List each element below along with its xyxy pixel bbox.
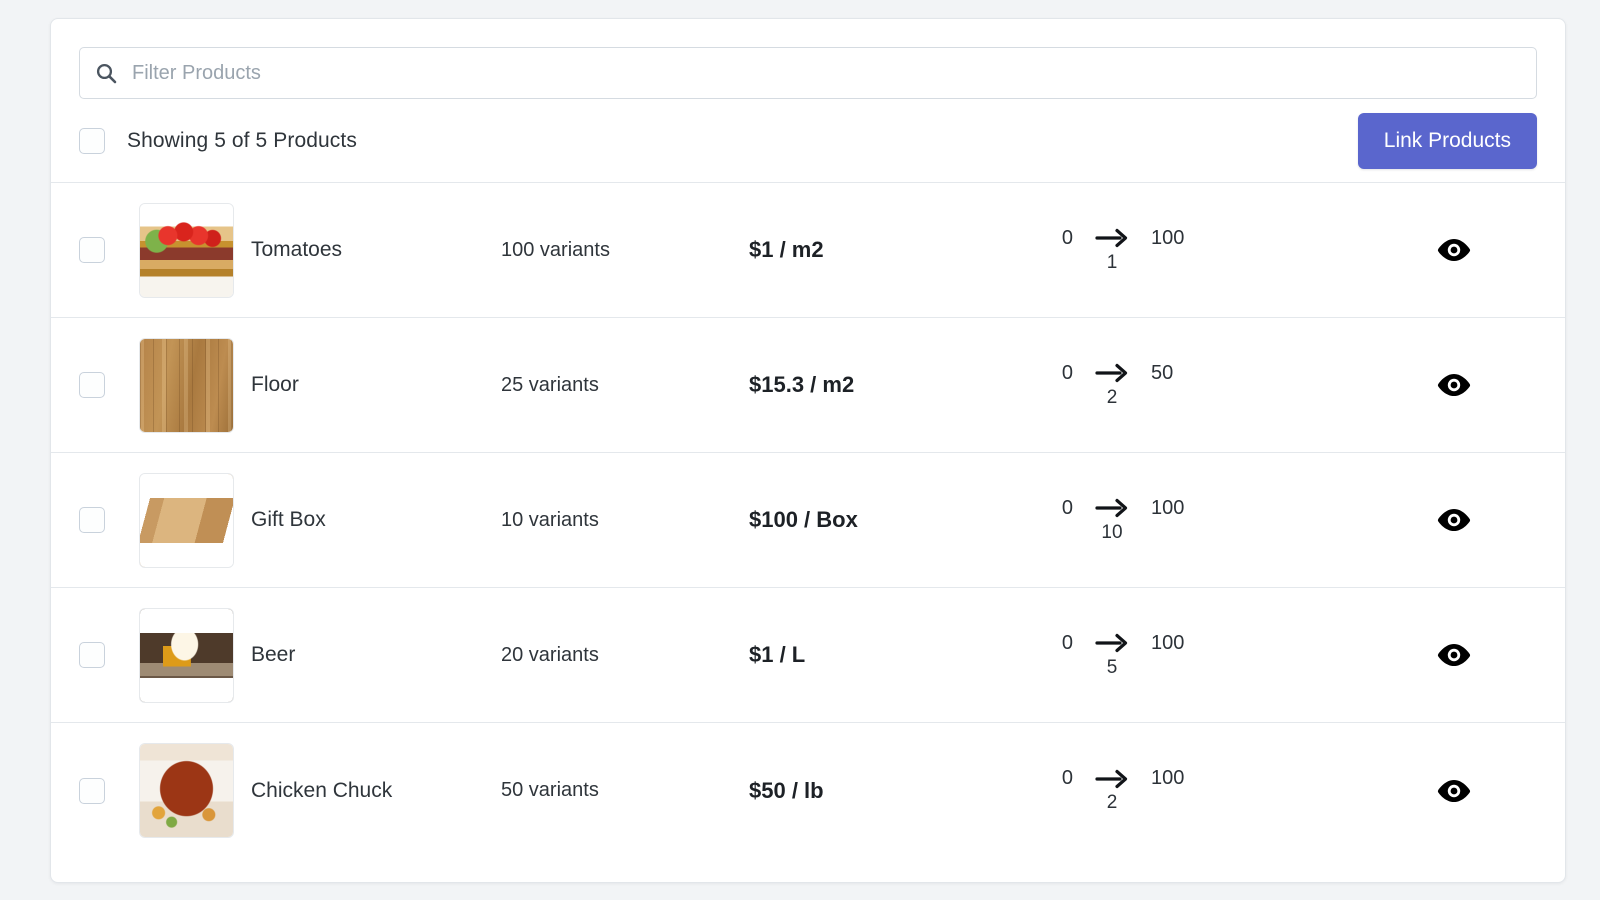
product-quantity-cell: 0 100 10 bbox=[1029, 497, 1359, 544]
arrow-right-icon bbox=[1095, 227, 1129, 249]
quantity-to: 100 bbox=[1151, 496, 1185, 519]
preview-cell bbox=[1359, 778, 1537, 804]
product-variants: 20 variants bbox=[501, 643, 599, 666]
products-panel: Showing 5 of 5 Products Link Products To… bbox=[50, 18, 1566, 883]
product-thumbnail bbox=[139, 337, 234, 433]
row-checkbox-cell bbox=[79, 237, 139, 263]
product-variants: 25 variants bbox=[501, 373, 599, 396]
arrow-right-icon bbox=[1095, 632, 1129, 654]
product-checkbox[interactable] bbox=[79, 237, 105, 263]
product-checkbox[interactable] bbox=[79, 507, 105, 533]
product-checkbox[interactable] bbox=[79, 372, 105, 398]
product-name: Beer bbox=[251, 643, 296, 666]
row-checkbox-cell bbox=[79, 507, 139, 533]
product-checkbox[interactable] bbox=[79, 642, 105, 668]
arrow-right-icon bbox=[1095, 362, 1129, 384]
quantity-from: 0 bbox=[1061, 361, 1073, 384]
select-all-checkbox[interactable] bbox=[79, 127, 105, 154]
product-thumbnail bbox=[139, 202, 234, 298]
row-checkbox-cell bbox=[79, 777, 139, 804]
product-price: $15.3 / m2 bbox=[749, 372, 855, 397]
quantity-range: 0 100 1 bbox=[1029, 227, 1229, 274]
quantity-range: 0 100 10 bbox=[1029, 497, 1229, 544]
arrow-right-icon bbox=[1095, 768, 1129, 790]
product-quantity-cell: 0 100 1 bbox=[1029, 227, 1359, 274]
eye-icon[interactable] bbox=[1437, 778, 1471, 804]
product-quantity-cell: 0 100 2 bbox=[1029, 767, 1359, 814]
preview-cell bbox=[1359, 507, 1537, 533]
floor-thumbnail bbox=[140, 338, 233, 432]
quantity-step: 5 bbox=[1106, 656, 1118, 678]
quantity-step: 1 bbox=[1106, 251, 1118, 273]
search-input[interactable] bbox=[132, 61, 1522, 85]
product-thumbnail-cell bbox=[139, 607, 251, 703]
quantity-to: 50 bbox=[1151, 361, 1174, 384]
quantity-range: 0 50 2 bbox=[1029, 362, 1229, 409]
product-row[interactable]: Gift Box 10 variants $100 / Box 0 100 10 bbox=[51, 453, 1565, 588]
quantity-to: 100 bbox=[1151, 631, 1185, 654]
product-price: $50 / lb bbox=[749, 777, 824, 803]
product-thumbnail bbox=[139, 607, 234, 703]
eye-icon[interactable] bbox=[1437, 507, 1471, 533]
quantity-from: 0 bbox=[1061, 767, 1073, 789]
product-name: Gift Box bbox=[251, 508, 326, 531]
product-thumbnail-cell bbox=[139, 472, 251, 568]
quantity-to: 100 bbox=[1151, 226, 1185, 249]
eye-icon[interactable] bbox=[1437, 237, 1471, 263]
product-variants: 100 variants bbox=[501, 238, 610, 261]
product-thumbnail-cell bbox=[139, 202, 251, 298]
quantity-from: 0 bbox=[1061, 226, 1073, 249]
selection-toolbar: Showing 5 of 5 Products Link Products bbox=[51, 99, 1565, 183]
chicken-chuck-thumbnail bbox=[140, 744, 233, 837]
preview-cell bbox=[1359, 237, 1537, 263]
search-box[interactable] bbox=[79, 47, 1537, 99]
gift-box-thumbnail bbox=[140, 473, 233, 567]
product-row[interactable]: Beer 20 variants $1 / L 0 100 5 bbox=[51, 588, 1565, 723]
quantity-to: 100 bbox=[1151, 767, 1185, 789]
preview-cell bbox=[1359, 642, 1537, 668]
product-checkbox[interactable] bbox=[79, 777, 105, 804]
product-price: $1 / m2 bbox=[749, 237, 824, 262]
product-row[interactable]: Chicken Chuck 50 variants $50 / lb 0 100… bbox=[51, 723, 1565, 858]
product-thumbnail-cell bbox=[139, 743, 251, 838]
quantity-step: 2 bbox=[1106, 386, 1118, 408]
tomatoes-thumbnail bbox=[140, 203, 233, 297]
eye-icon[interactable] bbox=[1437, 372, 1471, 398]
product-row[interactable]: Tomatoes 100 variants $1 / m2 0 100 1 bbox=[51, 183, 1565, 318]
search-section bbox=[51, 19, 1565, 99]
quantity-step: 2 bbox=[1106, 792, 1118, 813]
product-thumbnail bbox=[139, 743, 234, 838]
product-name: Floor bbox=[251, 373, 299, 396]
product-thumbnail bbox=[139, 472, 234, 568]
product-price: $100 / Box bbox=[749, 507, 858, 532]
product-thumbnail-cell bbox=[139, 337, 251, 433]
product-price: $1 / L bbox=[749, 642, 806, 667]
search-icon bbox=[94, 61, 118, 85]
quantity-step: 10 bbox=[1101, 521, 1123, 543]
row-checkbox-cell bbox=[79, 372, 139, 398]
beer-thumbnail bbox=[140, 608, 233, 702]
product-name: Tomatoes bbox=[251, 238, 343, 261]
quantity-range: 0 100 2 bbox=[1029, 767, 1229, 814]
product-variants: 10 variants bbox=[501, 508, 599, 531]
arrow-right-icon bbox=[1095, 497, 1129, 519]
product-list: Tomatoes 100 variants $1 / m2 0 100 1 Fl… bbox=[51, 183, 1565, 858]
eye-icon[interactable] bbox=[1437, 642, 1471, 668]
product-quantity-cell: 0 50 2 bbox=[1029, 362, 1359, 409]
product-variants: 50 variants bbox=[501, 779, 599, 801]
link-products-button[interactable]: Link Products bbox=[1357, 112, 1537, 169]
showing-count-label: Showing 5 of 5 Products bbox=[127, 128, 357, 152]
product-name: Chicken Chuck bbox=[251, 778, 393, 802]
quantity-from: 0 bbox=[1061, 631, 1073, 654]
quantity-from: 0 bbox=[1061, 496, 1073, 519]
quantity-range: 0 100 5 bbox=[1029, 632, 1229, 679]
product-row[interactable]: Floor 25 variants $15.3 / m2 0 50 2 bbox=[51, 318, 1565, 453]
product-quantity-cell: 0 100 5 bbox=[1029, 632, 1359, 679]
page-background: Showing 5 of 5 Products Link Products To… bbox=[0, 0, 1600, 900]
preview-cell bbox=[1359, 372, 1537, 398]
row-checkbox-cell bbox=[79, 642, 139, 668]
